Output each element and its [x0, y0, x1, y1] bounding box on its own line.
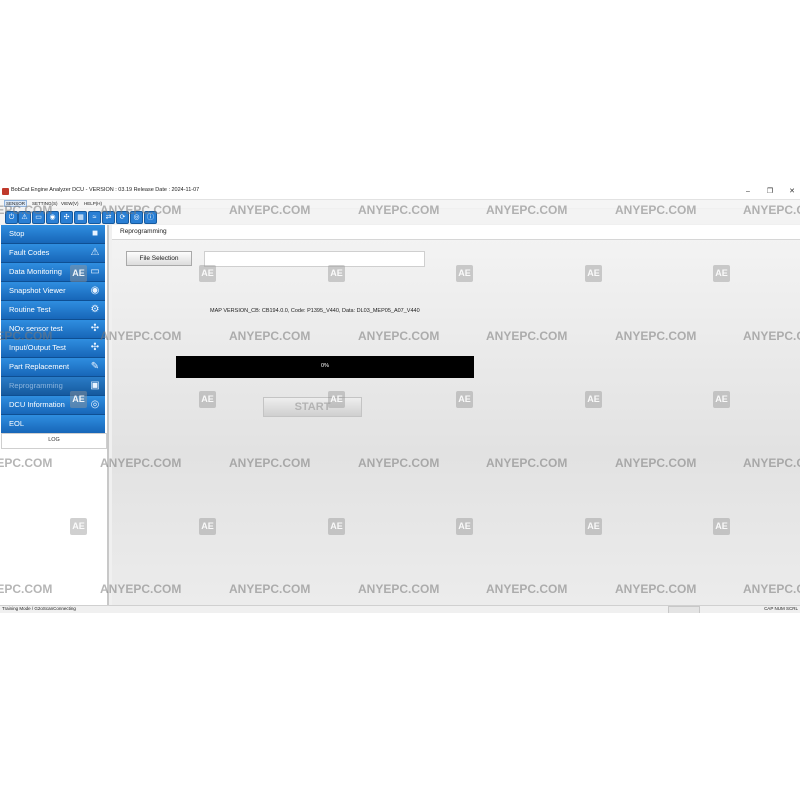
sidebar-item-label: EOL	[9, 419, 25, 428]
nodes-icon: ✣	[90, 323, 100, 334]
menu-help[interactable]: HELP(H)	[83, 201, 103, 206]
reprogram-icon: ▣	[90, 380, 100, 391]
map-version-text: MAP VERSION_CB: CB194.0.0, Code: P1395_V…	[210, 308, 420, 314]
status-mode-text: Training Mode / G2oScanConnecting	[2, 606, 76, 611]
menu-settings[interactable]: SETTING(S)	[31, 201, 59, 206]
title-bar: BobCat Engine Analyzer DCU - VERSION : 0…	[0, 185, 800, 200]
stop-icon: ■	[91, 228, 99, 239]
file-path-field[interactable]	[204, 251, 425, 267]
restore-button[interactable]: ❐	[763, 186, 777, 197]
close-button[interactable]: ✕	[785, 186, 799, 197]
progress-label: 0%	[321, 363, 329, 369]
camera-icon: ◉	[90, 285, 100, 296]
sidebar-item-routine-test[interactable]: Routine Test ⚙	[1, 301, 105, 320]
sidebar-item-nox-sensor-test[interactable]: NOx sensor test ✣	[1, 320, 105, 339]
minimize-button[interactable]: –	[741, 186, 755, 197]
window-title: BobCat Engine Analyzer DCU - VERSION : 0…	[11, 187, 200, 193]
keyboard-status-text: CAP NUM SCRL	[764, 606, 798, 611]
monitor-icon: ▭	[90, 266, 100, 277]
dcu-icon: ◎	[90, 399, 100, 410]
sidebar-item-label: Data Monitoring	[9, 267, 62, 276]
io-icon: ✣	[90, 342, 100, 353]
sidebar-item-label: DCU Information	[9, 400, 65, 409]
reprogram-icon[interactable]: ⟳	[116, 211, 129, 224]
status-indicator	[668, 606, 700, 613]
app-logo-icon	[2, 188, 9, 195]
power-icon[interactable]: ⏻	[5, 211, 18, 224]
sidebar-item-label: Routine Test	[9, 305, 51, 314]
sidebar-item-label: Fault Codes	[9, 248, 50, 257]
camera-icon[interactable]: ◉	[46, 211, 59, 224]
progress-bar: 0%	[176, 356, 474, 378]
sidebar-item-data-monitoring[interactable]: Data Monitoring ▭	[1, 263, 105, 282]
grid-icon[interactable]: ▦	[74, 211, 87, 224]
app-window: BobCat Engine Analyzer DCU - VERSION : 0…	[0, 185, 800, 613]
nodes-icon[interactable]: ✣	[60, 211, 73, 224]
menu-sensor[interactable]: SENSOR	[4, 200, 28, 207]
sidebar-item-reprogramming[interactable]: Reprogramming ▣	[1, 377, 105, 396]
replace-icon[interactable]: ⇄	[102, 211, 115, 224]
main-panel: Reprogramming File Selection MAP VERSION…	[112, 225, 800, 605]
sidebar-item-stop[interactable]: Stop ■	[1, 225, 105, 244]
file-selection-button[interactable]: File Selection	[126, 251, 192, 266]
sidebar-item-label: Snapshot Viewer	[9, 286, 66, 295]
sidebar-item-dcu-information[interactable]: DCU Information ◎	[1, 396, 105, 415]
sidebar-item-label: Reprogramming	[9, 381, 63, 390]
warning-icon: ⚠	[90, 247, 100, 258]
panel-header: Reprogramming	[112, 225, 800, 240]
dcu-icon[interactable]: ◎	[130, 211, 143, 224]
routine-icon: ⚙	[90, 304, 100, 315]
warning-icon[interactable]: ⚠	[18, 211, 31, 224]
eol-icon	[89, 418, 101, 430]
sidebar: Stop ■ Fault Codes ⚠ Data Monitoring ▭ S…	[0, 225, 109, 605]
sidebar-item-snapshot-viewer[interactable]: Snapshot Viewer ◉	[1, 282, 105, 301]
toolbar: ⏻ ⚠ ▭ ◉ ✣ ▦ ≈ ⇄ ⟳ ◎ ⓘ	[0, 209, 800, 224]
replace-icon: ✎	[90, 361, 100, 372]
info-icon[interactable]: ⓘ	[144, 211, 157, 224]
log-tab[interactable]: LOG	[1, 433, 107, 449]
sidebar-item-part-replacement[interactable]: Part Replacement ✎	[1, 358, 105, 377]
menu-view[interactable]: VIEW(V)	[60, 201, 80, 206]
monitor-icon[interactable]: ▭	[32, 211, 45, 224]
sidebar-item-label: Input/Output Test	[9, 343, 66, 352]
sidebar-item-label: NOx sensor test	[9, 324, 63, 333]
page-title: Reprogramming	[120, 228, 167, 235]
sidebar-item-fault-codes[interactable]: Fault Codes ⚠	[1, 244, 105, 263]
sidebar-item-input-output-test[interactable]: Input/Output Test ✣	[1, 339, 105, 358]
pulse-icon[interactable]: ≈	[88, 211, 101, 224]
menu-bar: SENSOR SETTING(S) VIEW(V) HELP(H)	[0, 200, 800, 208]
sidebar-item-label: Stop	[9, 229, 25, 238]
sidebar-item-label: Part Replacement	[9, 362, 70, 371]
log-label: LOG	[48, 437, 60, 443]
start-button[interactable]: START	[263, 397, 362, 417]
status-bar: Training Mode / G2oScanConnecting CAP NU…	[0, 605, 800, 613]
sidebar-item-eol[interactable]: EOL	[1, 415, 105, 434]
